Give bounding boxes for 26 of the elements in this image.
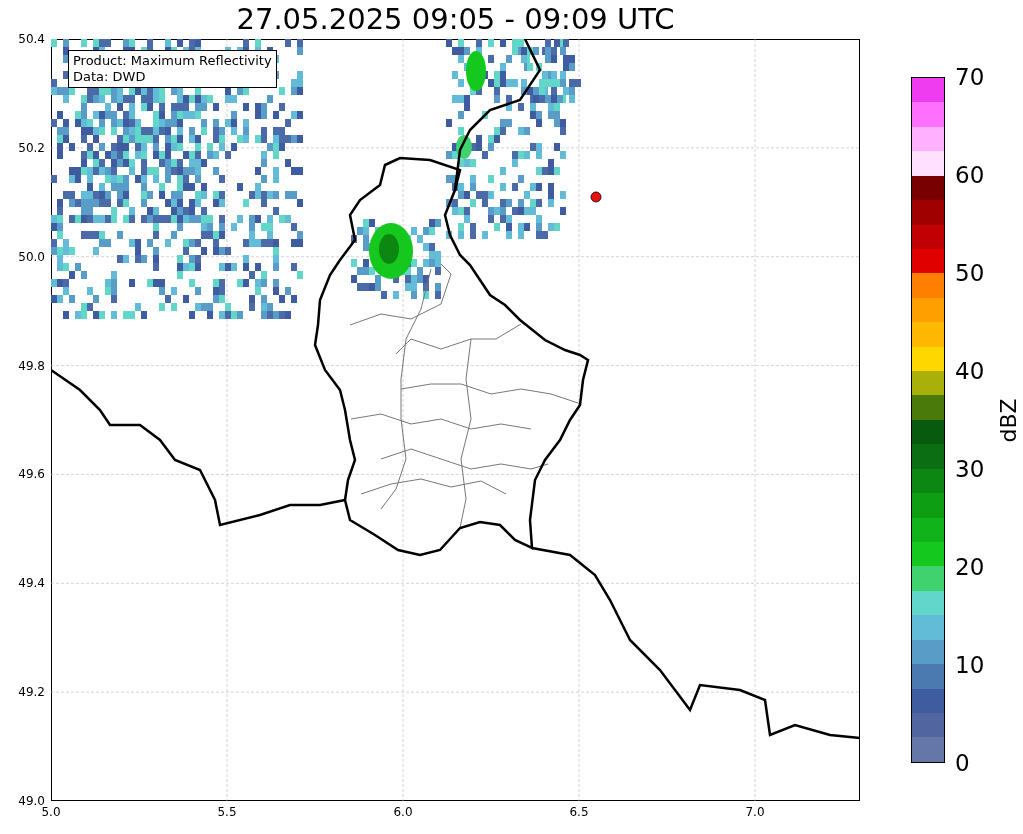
axis-tick-label: 50.4 [18,32,45,46]
colorbar-label: dBZ [995,397,1021,443]
axis-tick-label: 49.4 [18,576,45,591]
colorbar-tick-label: 40 [955,358,985,384]
annotation-text: Data: DWD [73,69,147,85]
colorbar-tick-label: 10 [955,652,985,678]
colorbar-tick-label: 20 [955,554,985,580]
axis-tick-label: 6.0 [393,805,413,819]
axis-tick-label: 50.2 [18,140,45,155]
annotation-text: Product: Maximum Reflectivity [73,53,272,69]
colorbar-tick-label: 30 [955,456,985,482]
axis-tick-label: 49.2 [18,685,45,700]
colorbar-tick-label: 70 [955,64,985,90]
axis-tick-label: 50.0 [18,249,45,264]
colorbar-tick-label: 0 [955,750,970,776]
axis-tick-label: 49.6 [18,467,45,482]
axis-tick-label: 49.8 [18,358,45,373]
axis-tick-label: 5.0 [41,805,61,819]
location-marker [590,191,602,203]
axis-tick-label: 49.0 [18,794,45,808]
axis-tick-label: 6.5 [569,805,589,819]
axis-tick-label: 5.5 [217,805,237,819]
colorbar-tick-label: 50 [955,260,985,286]
chart-title: 27.05.2025 09:05 - 09:09 UTC [236,5,675,34]
axis-tick-label: 7.0 [745,805,765,819]
colorbar-tick-label: 60 [955,162,985,188]
